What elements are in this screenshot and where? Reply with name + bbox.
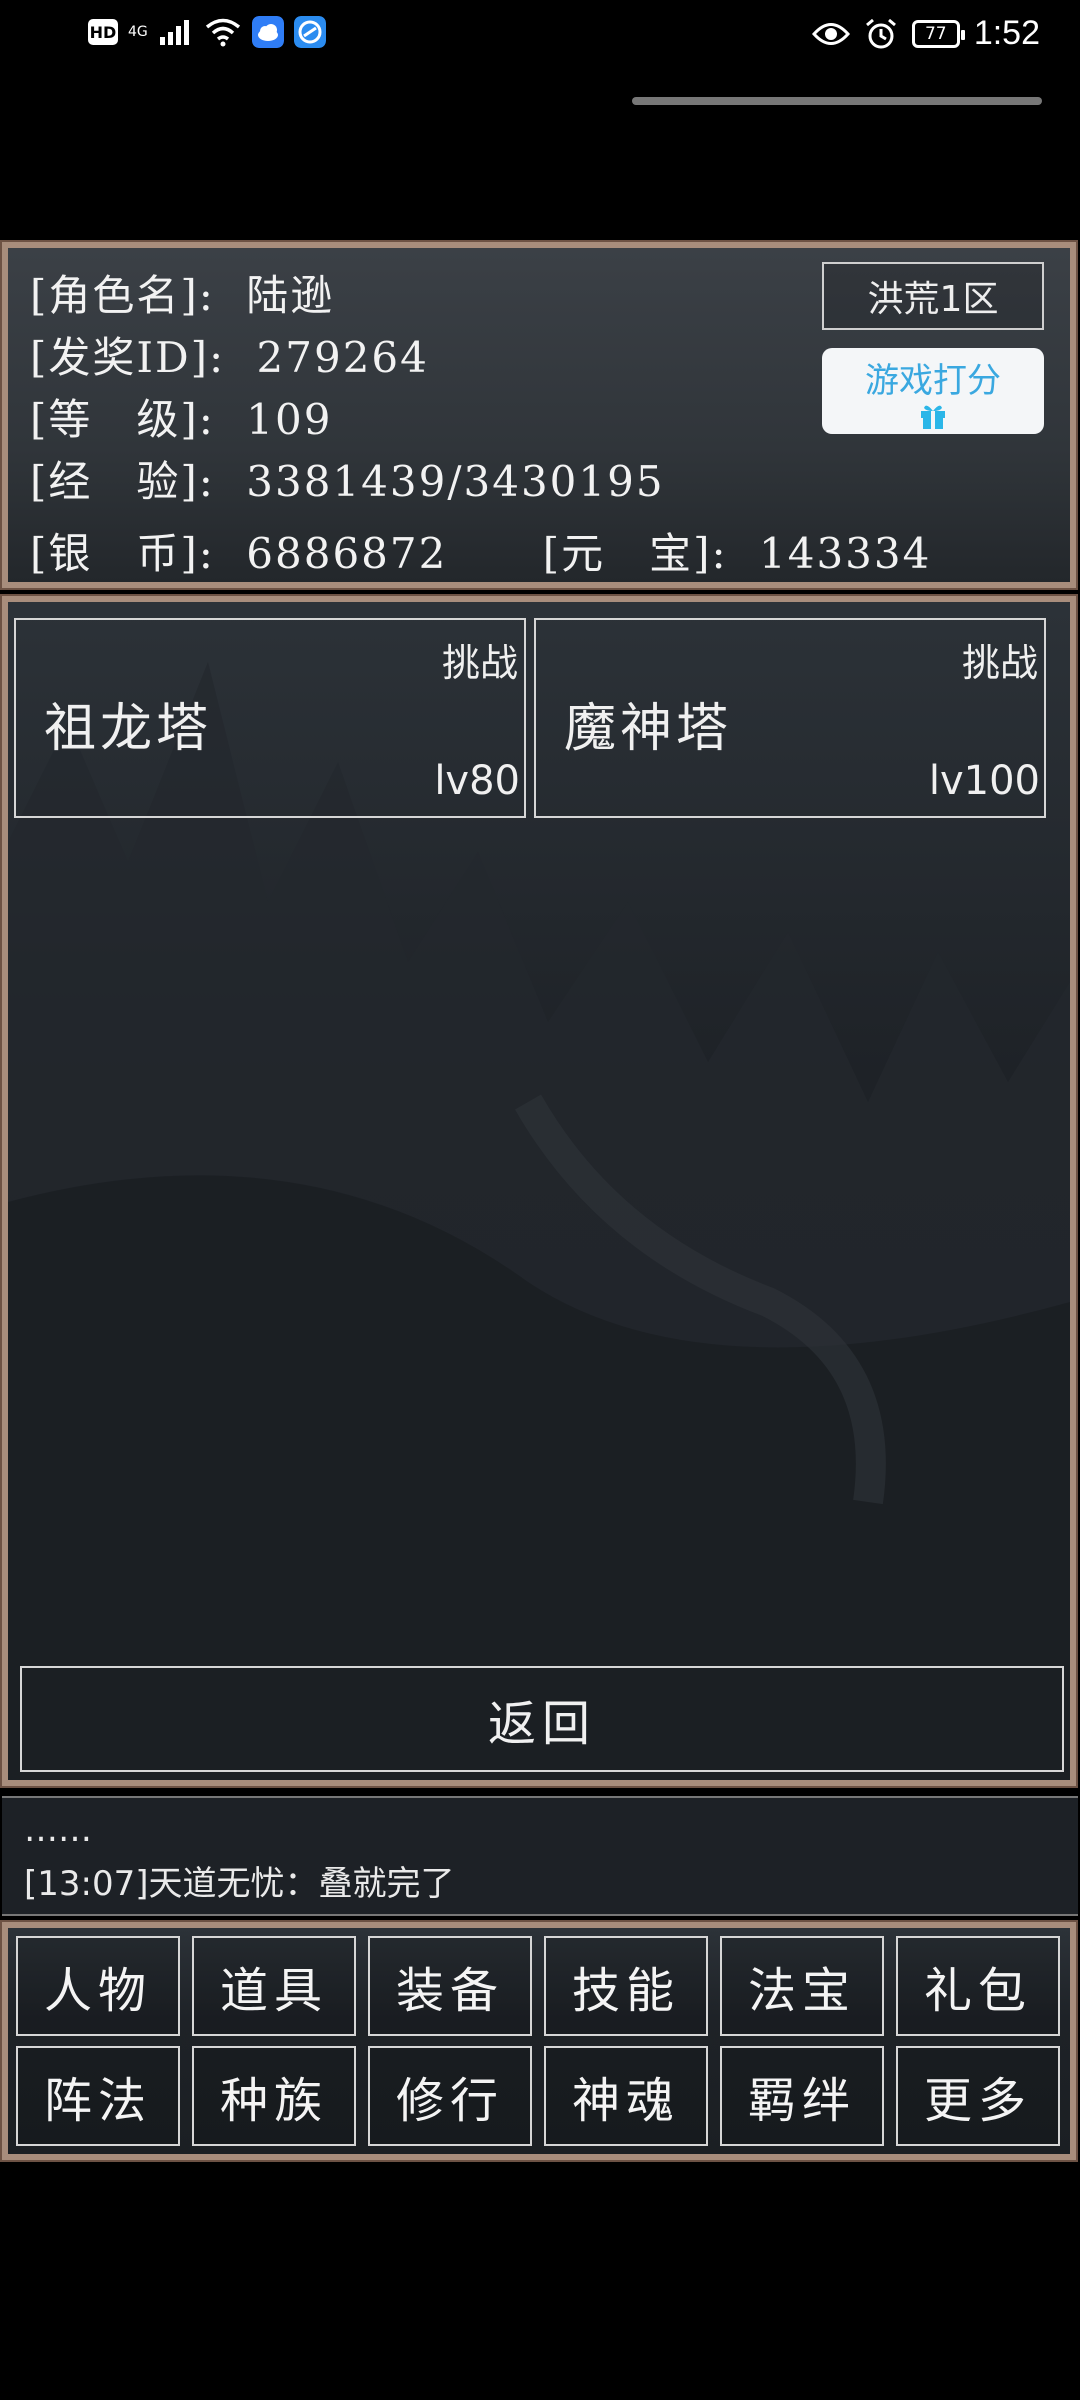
tower-card-zulong[interactable]: 挑战 祖龙塔 lv80 [14,618,526,818]
player-info-panel: [角色名]: 陆逊 [发奖ID]: 279264 [等 级]: 109 [经 验… [0,240,1078,590]
eye-icon [811,22,850,45]
hd-icon: HD [88,19,118,45]
wifi-icon [205,18,240,47]
level-label: [等 级]: [30,395,215,444]
challenge-label: 挑战 [441,641,518,685]
server-button[interactable]: 洪荒1区 [822,262,1044,330]
menu-button-race[interactable]: 种族 [192,2046,356,2146]
tower-name: 魔神塔 [564,699,733,759]
name-row: [角色名]: 陆逊 [30,262,334,323]
currency-row: [银 币]: 6886872 [元 宝]: 143334 [30,520,931,581]
network-type: 4G [128,24,148,40]
back-button[interactable]: 返回 [20,1666,1064,1772]
rate-game-button[interactable]: 游戏打分 [822,348,1044,434]
name-label: [角色名]: [30,271,215,320]
cloud-app-icon [251,16,284,48]
menu-button-items[interactable]: 道具 [192,1936,356,2036]
exp-value: 3381439/3430195 [246,457,665,506]
menu-button-cultivation[interactable]: 修行 [368,2046,532,2146]
battery-level: 77 [924,23,947,44]
name-value: 陆逊 [246,271,335,320]
chat-panel[interactable]: …… [13:07]天道无忧：叠就完了 [2,1796,1078,1916]
level-value: 109 [246,395,333,444]
menu-button-gift[interactable]: 礼包 [896,1936,1060,2036]
level-row: [等 级]: 109 [30,386,332,447]
menu-button-more[interactable]: 更多 [896,2046,1060,2146]
menu-button-skills[interactable]: 技能 [544,1936,708,2036]
tower-card-moshen[interactable]: 挑战 魔神塔 lv100 [534,618,1046,818]
main-menu-panel: 人物 道具 装备 技能 法宝 礼包 阵法 种族 修行 神魂 羁绊 更多 [0,1920,1078,2162]
gift-icon [921,405,945,429]
battery-icon: 77 [911,19,965,48]
yuanbao-label: [元 宝]: [542,529,728,578]
id-label: [发奖ID]: [30,333,226,382]
silver-label: [银 币]: [30,529,215,578]
chat-line: [13:07]天道无忧：叠就完了 [24,1864,455,1904]
id-value: 279264 [256,333,429,382]
id-row: [发奖ID]: 279264 [30,324,429,385]
rate-game-label: 游戏打分 [865,360,1001,401]
status-left-icons: HD 4G [88,16,326,48]
yuanbao-value: 143334 [759,529,932,578]
tower-name: 祖龙塔 [44,699,213,759]
status-bar: HD 4G 77 1:52 [0,0,1080,70]
clock: 1:52 [973,14,1040,52]
status-right-icons: 77 1:52 [811,14,1040,53]
tower-level: lv100 [928,758,1040,804]
menu-button-bond[interactable]: 羁绊 [720,2046,884,2146]
alarm-icon [865,18,896,48]
menu-grid: 人物 道具 装备 技能 法宝 礼包 阵法 种族 修行 神魂 羁绊 更多 [16,1936,1060,2146]
exp-label: [经 验]: [30,457,215,506]
challenge-label: 挑战 [961,641,1038,685]
drag-handle[interactable] [632,97,1042,105]
tower-panel: 挑战 祖龙塔 lv80 挑战 魔神塔 lv100 返回 [0,594,1078,1788]
menu-button-formation[interactable]: 阵法 [16,2046,180,2146]
menu-button-equipment[interactable]: 装备 [368,1936,532,2036]
tower-level: lv80 [434,758,520,804]
browser-app-icon [293,16,326,48]
exp-row: [经 验]: 3381439/3430195 [30,448,665,509]
signal-icon [159,20,189,45]
menu-button-treasure[interactable]: 法宝 [720,1936,884,2036]
silver-value: 6886872 [246,529,448,578]
menu-button-character[interactable]: 人物 [16,1936,180,2036]
menu-button-soul[interactable]: 神魂 [544,2046,708,2146]
chat-line: …… [24,1810,92,1850]
